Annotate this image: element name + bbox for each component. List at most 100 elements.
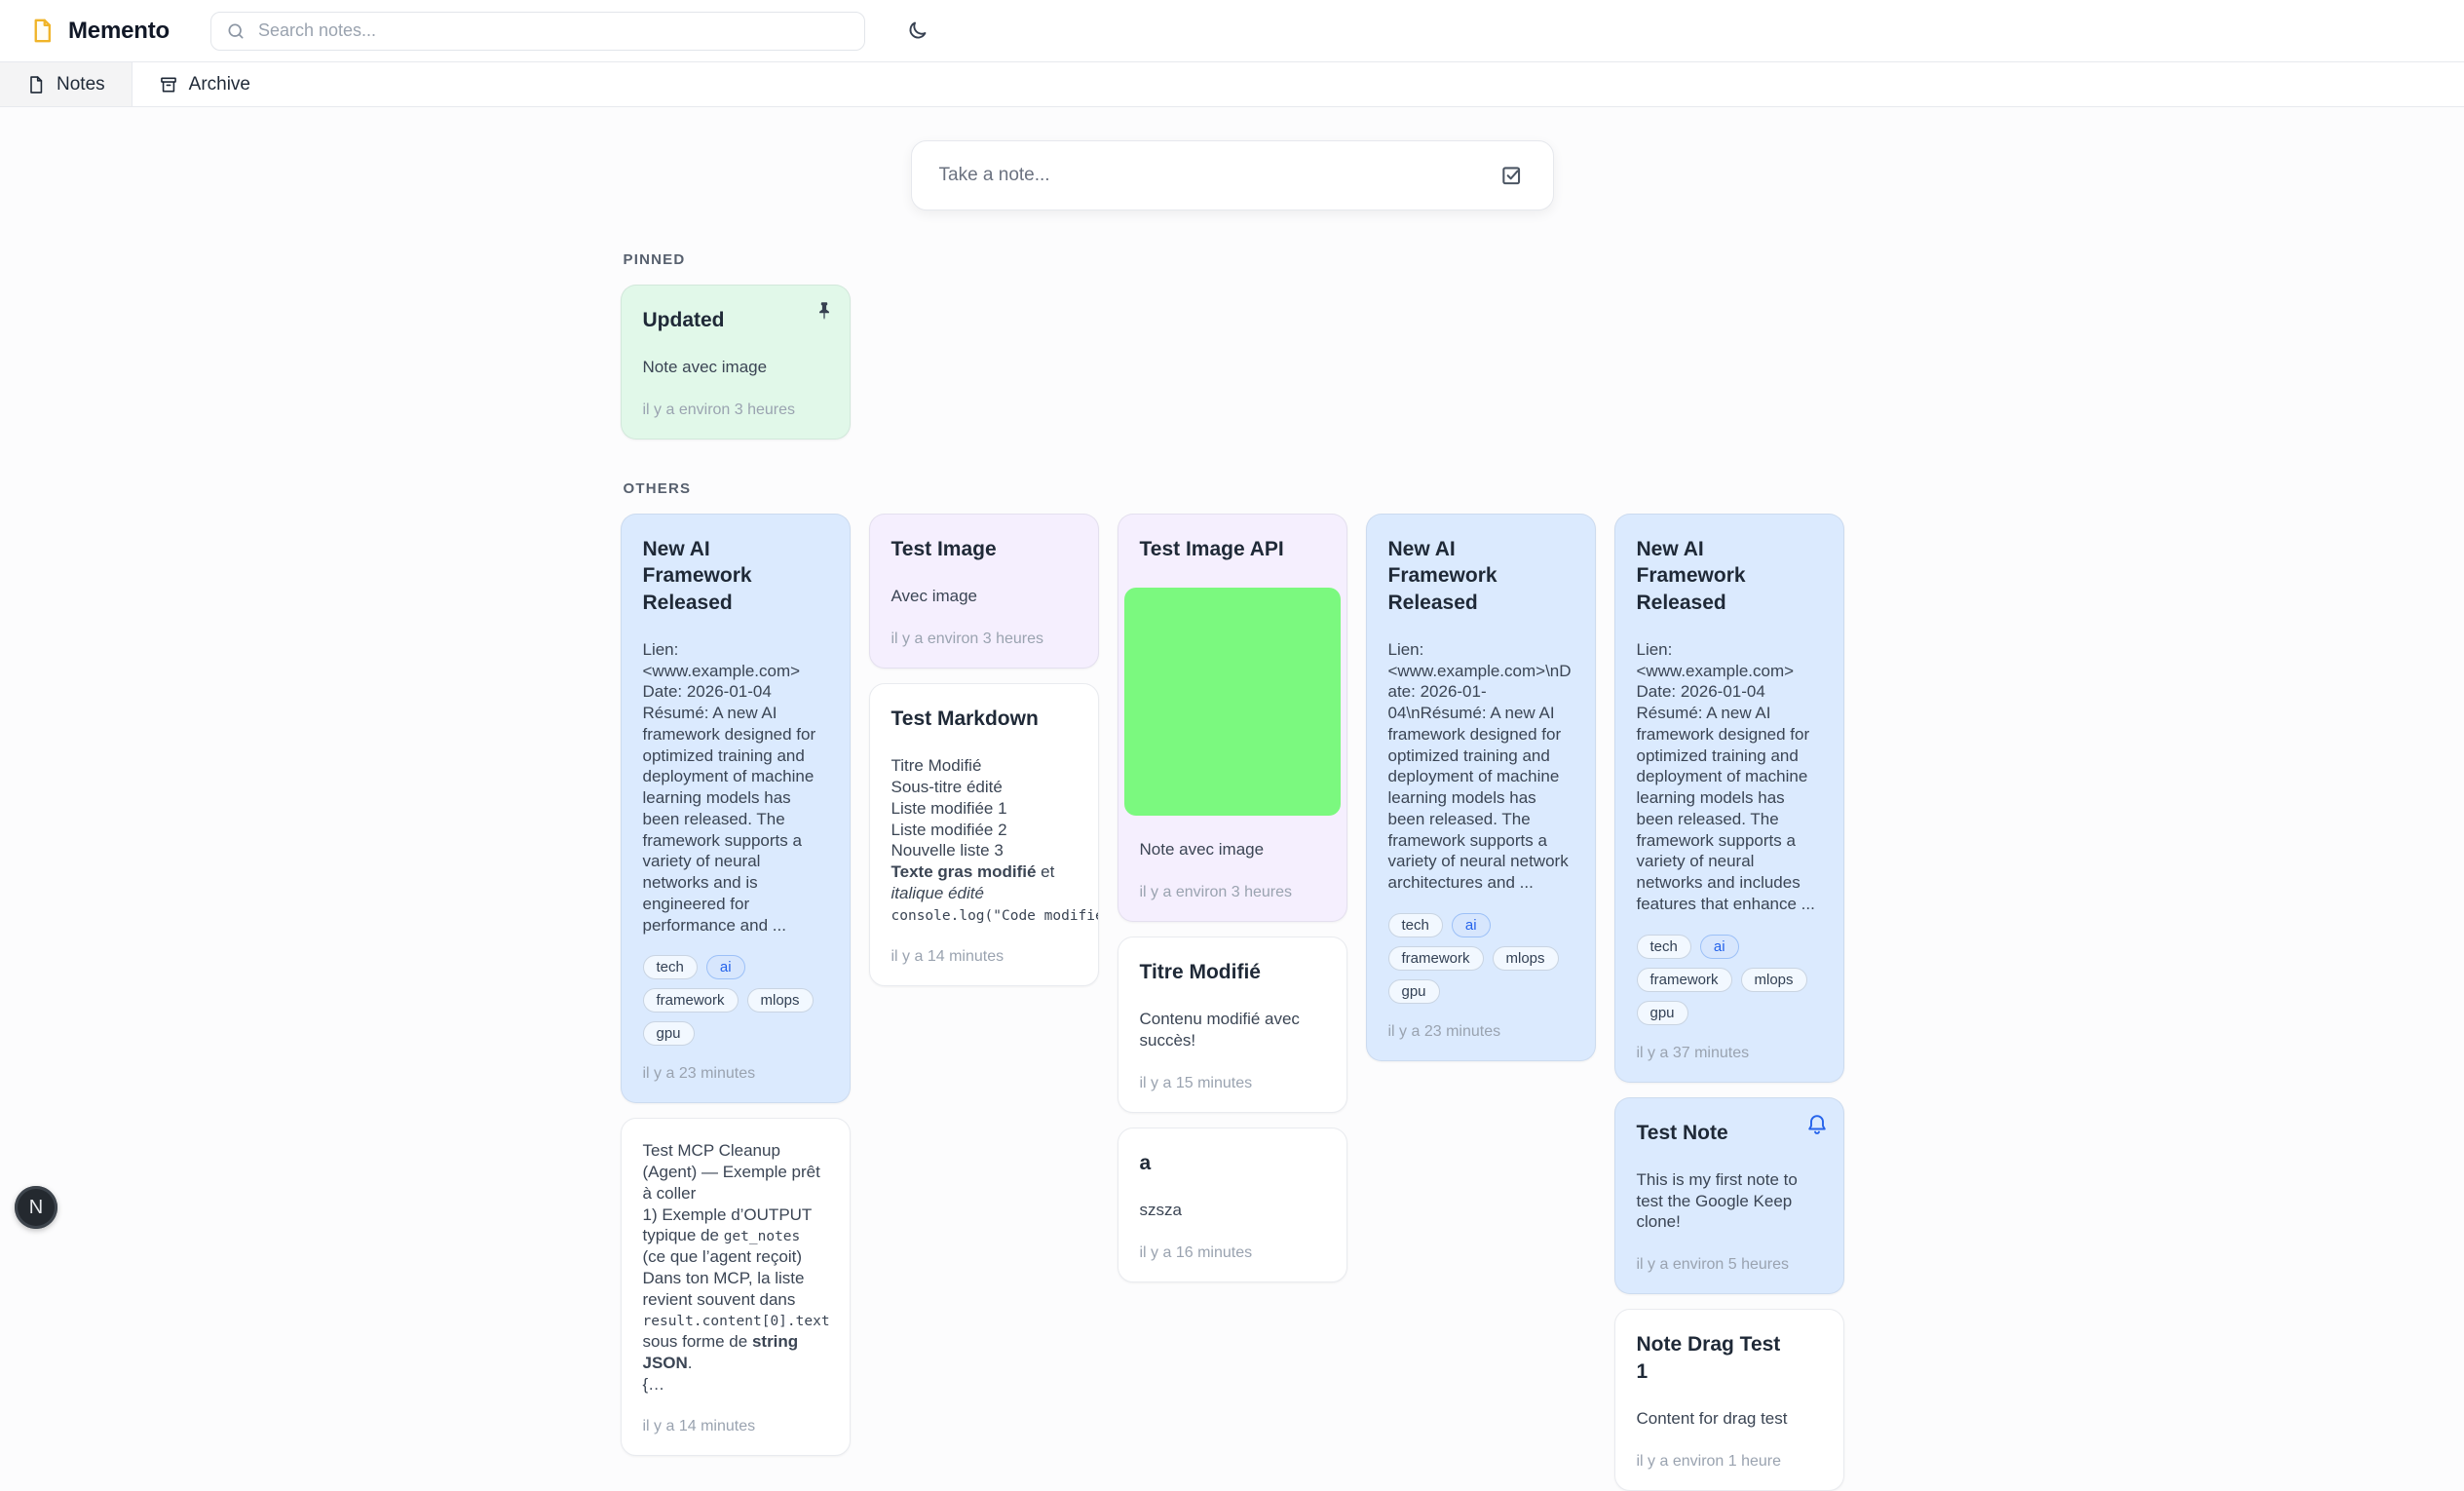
body-text: Content for drag test — [1637, 1409, 1788, 1428]
tab-bar: Notes Archive — [0, 62, 2464, 107]
pin-icon[interactable] — [814, 300, 835, 322]
note-card[interactable]: a szsza il y a 16 minutes — [1118, 1128, 1347, 1282]
tab-archive-label: Archive — [189, 74, 250, 96]
note-timestamp: il y a 14 minutes — [643, 1418, 828, 1435]
bell-icon[interactable] — [1805, 1113, 1829, 1136]
note-body: szsza — [1140, 1200, 1325, 1221]
note-composer[interactable]: Take a note... — [911, 140, 1554, 210]
note-timestamp: il y a environ 3 heures — [643, 401, 828, 419]
notes-column: New AI Framework Released Lien: <www.exam… — [621, 514, 851, 1456]
note-tags: techai framework mlops gpu — [1637, 935, 1822, 1025]
theme-toggle-button[interactable] — [898, 12, 937, 51]
note-title: New AI Framework Released — [1637, 536, 1822, 616]
body-text: szsza — [1140, 1201, 1182, 1219]
note-title: New AI Framework Released — [643, 536, 828, 616]
search-input[interactable] — [256, 19, 850, 42]
note-card[interactable]: Titre Modifié Contenu modifié avec succès… — [1118, 937, 1347, 1113]
note-tags: techai framework mlops gpu — [1388, 913, 1573, 1004]
note-timestamp: il y a 15 minutes — [1140, 1075, 1325, 1092]
note-timestamp: il y a 14 minutes — [891, 948, 1077, 966]
note-timestamp: il y a 16 minutes — [1140, 1244, 1325, 1262]
note-body: Avec image — [891, 586, 1077, 607]
note-card[interactable]: Test MarkdownTitre ModifiéSous-titre édi… — [869, 683, 1099, 986]
note-timestamp: il y a environ 3 heures — [891, 631, 1077, 648]
note-timestamp: il y a environ 5 heures — [1637, 1256, 1822, 1274]
body-text: console.log("Code modifié a — [891, 908, 1099, 924]
section-label-pinned: PINNED — [624, 251, 1844, 268]
brand: Memento — [29, 18, 170, 45]
body-text: et — [1036, 862, 1054, 881]
new-checklist-button[interactable] — [1493, 156, 1532, 195]
note-card[interactable]: New AI Framework ReleasedLien: <www.exam… — [1366, 514, 1596, 1061]
note-title: a — [1140, 1150, 1325, 1176]
note-body: Note avec image — [643, 357, 828, 378]
notes-column: Test Image APINote avec imageil y a envi… — [1118, 514, 1347, 1282]
note-body: Content for drag test — [1637, 1408, 1822, 1430]
note-body: Test MCP Cleanup (Agent) — Exemple prêt … — [643, 1140, 828, 1395]
body-text: result.content[0].text — [643, 1314, 830, 1329]
note-body: Note avec image — [1140, 839, 1325, 860]
note-title: Updated — [643, 307, 828, 333]
body-text: This is my first note to test the Google… — [1637, 1170, 1798, 1232]
note-card[interactable]: New AI Framework Released Lien: <www.exam… — [621, 514, 851, 1103]
tab-notes-label: Notes — [57, 74, 105, 96]
note-card[interactable]: Test Image Avec image il y a environ 3 heu… — [869, 514, 1099, 669]
search-bar[interactable] — [210, 12, 865, 51]
note-body: This is my first note to test the Google… — [1637, 1169, 1822, 1233]
note-title: Note Drag Test 1 — [1637, 1331, 1822, 1385]
tag-pill[interactable]: mlops — [1741, 968, 1807, 992]
note-title: Titre Modifié — [1140, 959, 1325, 985]
tag-pill[interactable]: tech — [1388, 913, 1443, 937]
pinned-grid: Updated Note avec image il y a environ 3 h… — [621, 285, 1844, 440]
notes-column: Test Image Avec image il y a environ 3 heu… — [869, 514, 1099, 986]
note-card[interactable]: Test MCP Cleanup (Agent) — Exemple prêt … — [621, 1118, 851, 1456]
composer-placeholder: Take a note... — [939, 165, 1493, 186]
note-timestamp: il y a 37 minutes — [1637, 1045, 1822, 1062]
note-card[interactable]: Test Note This is my first note to test t… — [1614, 1097, 1844, 1295]
body-text: Lien: <www.example.com>\nDate: 2026-01-0… — [1388, 640, 1572, 892]
note-timestamp: il y a 23 minutes — [1388, 1023, 1573, 1041]
note-body: Lien: <www.example.com>Date: 2026-01-04R… — [643, 639, 828, 937]
body-text: Lien: <www.example.com>Date: 2026-01-04R… — [1637, 640, 1815, 913]
moon-icon — [906, 19, 929, 42]
checkbox-icon — [1499, 163, 1525, 188]
note-card[interactable]: Test Image APINote avec imageil y a envi… — [1118, 514, 1347, 922]
others-grid: New AI Framework Released Lien: <www.exam… — [621, 514, 1844, 1491]
tag-pill[interactable]: framework — [643, 988, 739, 1013]
note-title: Test Image — [891, 536, 1077, 562]
archive-icon — [159, 75, 178, 95]
tag-pill[interactable]: framework — [1637, 968, 1732, 992]
note-timestamp: il y a environ 1 heure — [1637, 1453, 1822, 1471]
tag-pill[interactable]: framework — [1388, 946, 1484, 971]
note-card[interactable]: Updated Note avec image il y a environ 3 h… — [621, 285, 851, 440]
body-text: Note avec image — [1140, 840, 1265, 859]
tag-pill[interactable]: gpu — [1637, 1001, 1688, 1025]
tab-notes[interactable]: Notes — [0, 62, 133, 106]
note-image — [1124, 588, 1341, 816]
avatar[interactable]: N — [15, 1186, 57, 1229]
tag-pill[interactable]: mlops — [747, 988, 814, 1013]
note-tags: techai framework mlops gpu — [643, 955, 828, 1046]
tag-pill[interactable]: tech — [643, 955, 698, 979]
tag-pill[interactable]: ai — [1700, 935, 1739, 959]
note-card[interactable]: Note Drag Test 1 Content for drag test il … — [1614, 1309, 1844, 1490]
body-text: Note avec image — [643, 358, 768, 376]
tag-pill[interactable]: mlops — [1493, 946, 1559, 971]
tag-pill[interactable]: gpu — [643, 1021, 695, 1046]
tag-pill[interactable]: ai — [706, 955, 745, 979]
avatar-initial: N — [29, 1197, 43, 1219]
tab-archive[interactable]: Archive — [133, 62, 277, 106]
body-text: italique édité — [891, 884, 984, 902]
note-title: Test Note — [1637, 1120, 1822, 1146]
note-body: Lien: <www.example.com>\nDate: 2026-01-0… — [1388, 639, 1573, 894]
tag-pill[interactable]: gpu — [1388, 979, 1440, 1004]
tag-pill[interactable]: tech — [1637, 935, 1691, 959]
app-title: Memento — [68, 18, 170, 45]
note-body: Titre ModifiéSous-titre éditéListe modif… — [891, 755, 1077, 925]
note-card[interactable]: New AI Framework Released Lien: <www.exam… — [1614, 514, 1844, 1083]
body-text: (ce que l’agent reçoit)Dans ton MCP, la … — [643, 1247, 805, 1309]
body-text: Contenu modifié avec succès! — [1140, 1010, 1300, 1050]
app-header: Memento — [0, 0, 2464, 62]
body-text: Lien: <www.example.com>Date: 2026-01-04R… — [643, 640, 816, 935]
tag-pill[interactable]: ai — [1452, 913, 1491, 937]
